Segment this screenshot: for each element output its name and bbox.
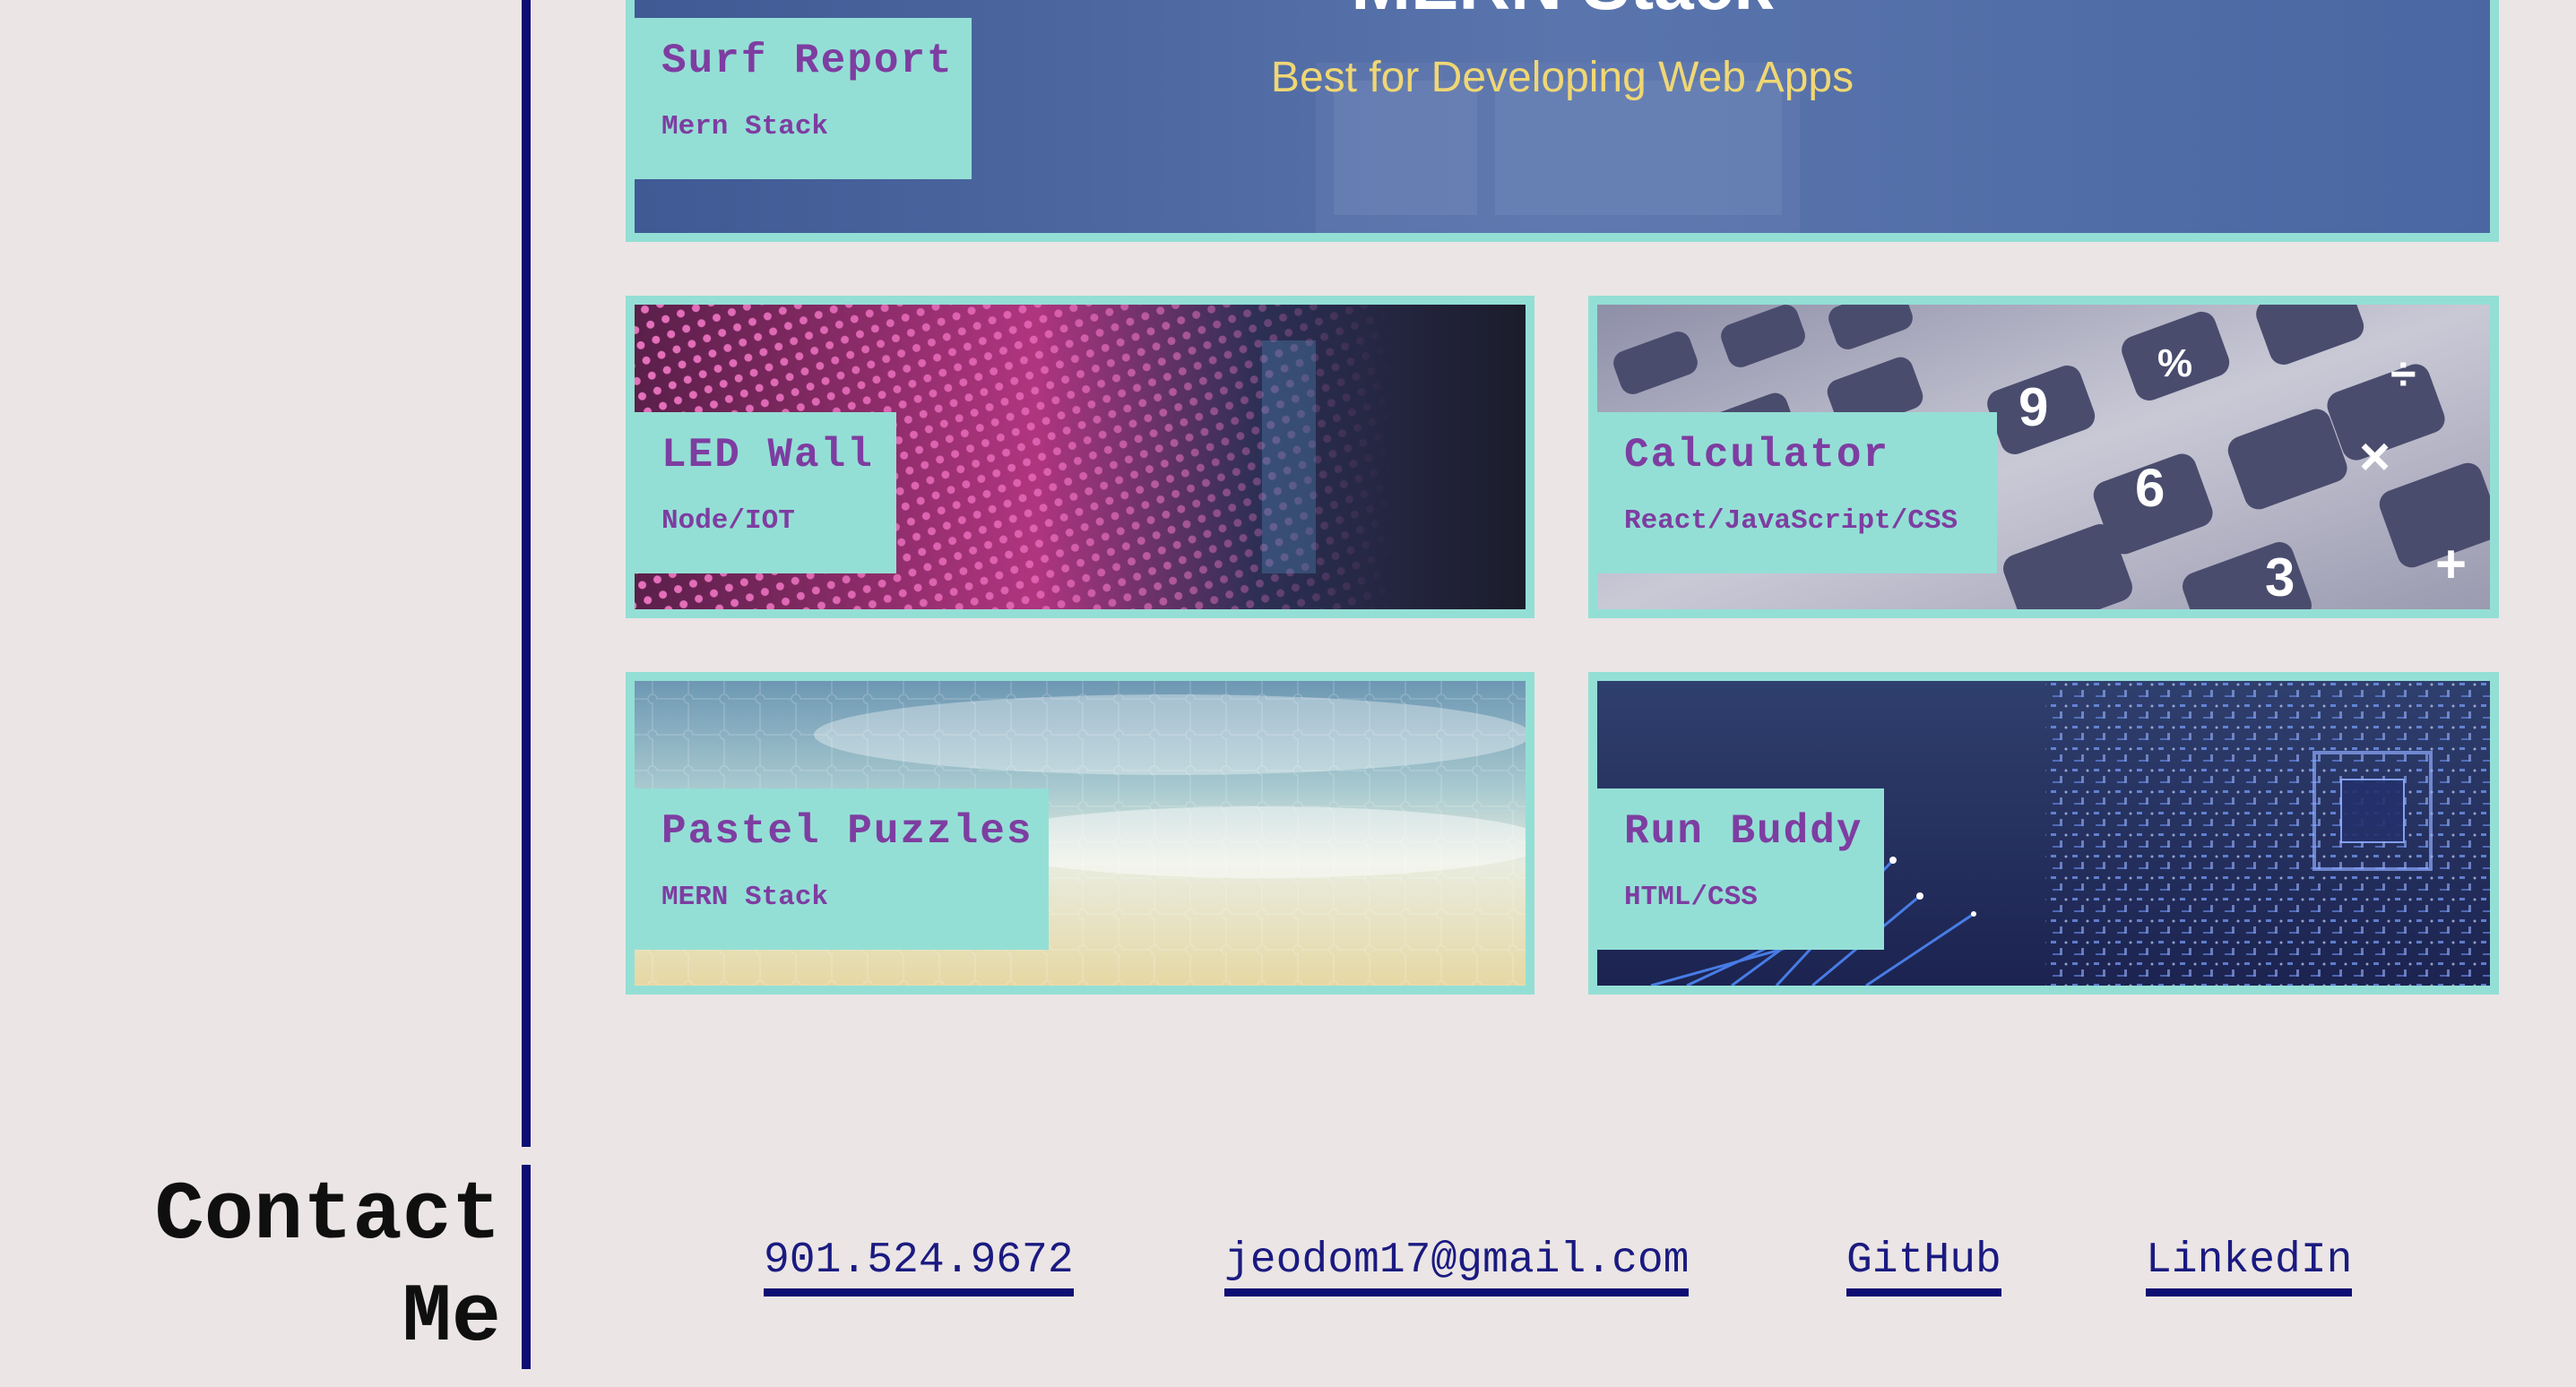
- svg-text:÷: ÷: [2390, 349, 2416, 401]
- project-title: Pastel Puzzles: [661, 808, 1033, 855]
- contact-phone-link[interactable]: 901.524.9672: [764, 1235, 1074, 1297]
- project-subtitle: Mern Stack: [661, 111, 829, 142]
- project-subtitle: React/JavaScript/CSS: [1624, 505, 1958, 537]
- project-card-pastel-puzzles[interactable]: Pastel Puzzles MERN Stack: [626, 672, 1534, 995]
- contact-heading-line2: Me: [402, 1271, 501, 1365]
- svg-text:3: 3: [2265, 547, 2295, 607]
- project-card-surf-report[interactable]: MERN Stack Best for Developing Web Apps …: [626, 0, 2499, 242]
- project-label: Surf Report Mern Stack: [635, 18, 972, 179]
- svg-text:6: 6: [2135, 458, 2165, 518]
- contact-divider-line: [522, 1165, 531, 1369]
- project-title: Calculator: [1624, 432, 1890, 478]
- banner-tagline: Best for Developing Web Apps: [1271, 54, 1854, 101]
- project-label: Calculator React/JavaScript/CSS: [1597, 412, 1997, 573]
- project-title: Run Buddy: [1624, 808, 1863, 855]
- contact-email-link[interactable]: jeodom17@gmail.com: [1224, 1235, 1690, 1297]
- project-title: LED Wall: [661, 432, 874, 478]
- project-label: Run Buddy HTML/CSS: [1597, 788, 1884, 950]
- project-label: LED Wall Node/IOT: [635, 412, 896, 573]
- project-subtitle: Node/IOT: [661, 505, 795, 537]
- banner-title: MERN Stack: [1351, 0, 1774, 24]
- project-title: Surf Report: [661, 38, 954, 84]
- svg-text:×: ×: [2359, 426, 2390, 487]
- project-card-led-wall[interactable]: LED Wall Node/IOT: [626, 296, 1534, 618]
- work-divider-line: [522, 0, 531, 1147]
- project-card-calculator[interactable]: 9 6 3 × ÷ + % Calculator React/JavaScrip…: [1588, 296, 2499, 618]
- contact-heading-line1: Contact: [154, 1168, 501, 1262]
- contact-heading: Contact Me: [155, 1165, 501, 1369]
- project-card-run-buddy[interactable]: Run Buddy HTML/CSS: [1588, 672, 2499, 995]
- project-label: Pastel Puzzles MERN Stack: [635, 788, 1049, 950]
- project-subtitle: HTML/CSS: [1624, 882, 1758, 913]
- svg-text:%: %: [2157, 341, 2192, 385]
- contact-linkedin-link[interactable]: LinkedIn: [2146, 1235, 2353, 1297]
- svg-text:+: +: [2435, 534, 2467, 594]
- project-subtitle: MERN Stack: [661, 882, 829, 913]
- contact-github-link[interactable]: GitHub: [1846, 1235, 2001, 1297]
- svg-text:9: 9: [2018, 377, 2048, 437]
